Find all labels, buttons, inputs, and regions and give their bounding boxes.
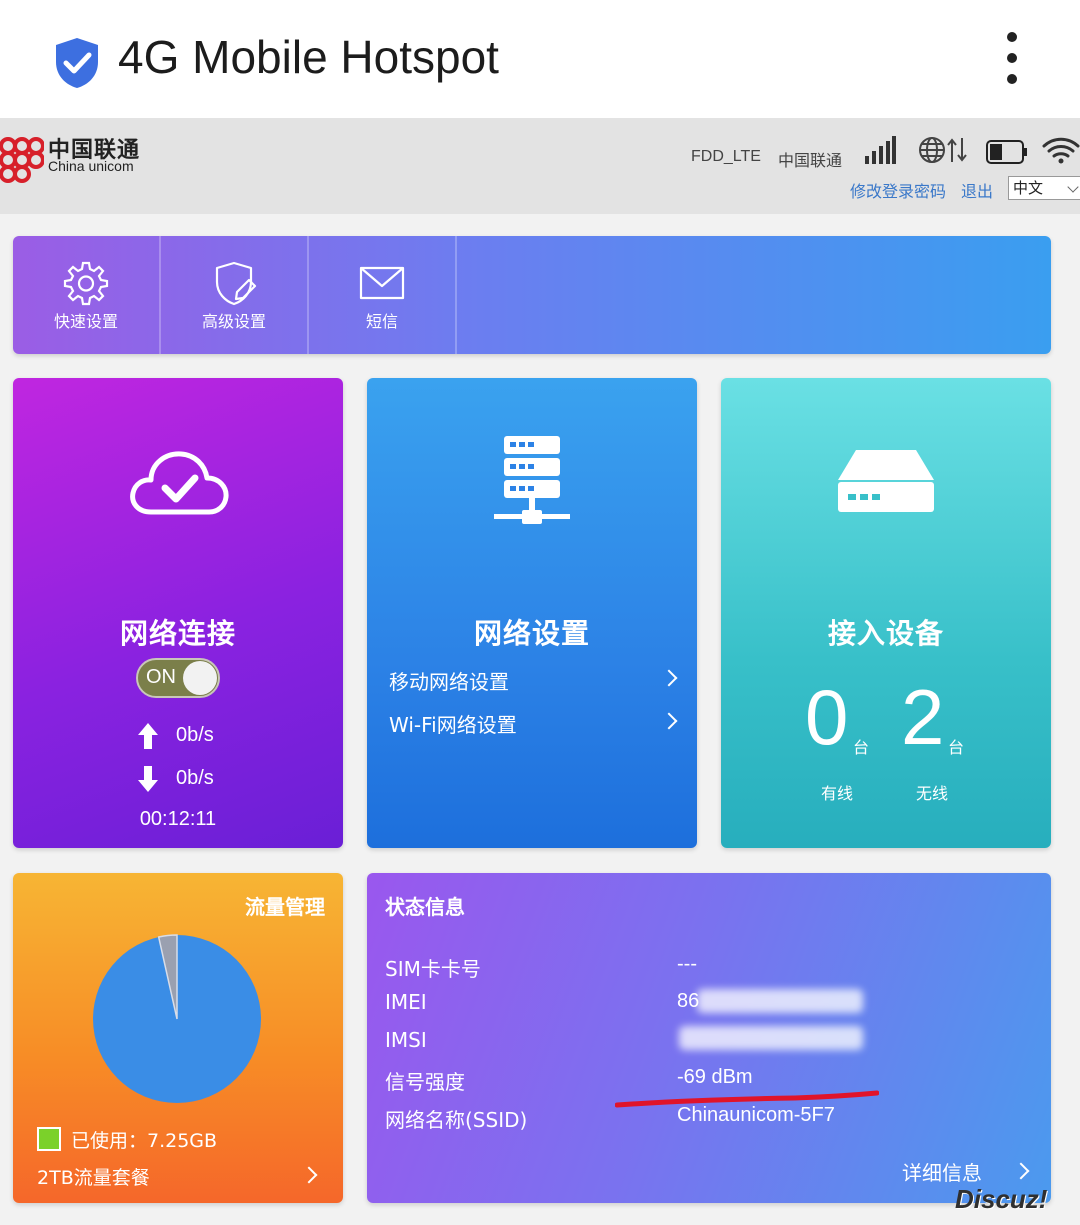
arrow-up-icon [138, 723, 158, 749]
wifi-network-settings-link[interactable]: Wi-Fi网络设置 [389, 709, 679, 739]
wired-label: 有线 [821, 784, 854, 803]
link-label: 移动网络设置 [389, 670, 509, 694]
wireless-unit: 台 [948, 738, 965, 757]
more-vert-icon[interactable] [992, 32, 1032, 92]
signal-strength-label: 信号强度 [385, 1070, 465, 1094]
menu-quick-setup[interactable]: 快速设置 [13, 236, 159, 354]
sim-number-label: SIM卡卡号 [385, 957, 481, 981]
chevron-right-icon [660, 712, 678, 730]
toggle-knob [183, 661, 217, 695]
wireless-count: 2 [901, 673, 945, 761]
router-device-icon [838, 450, 934, 512]
connection-duration: 00:12:11 [139, 808, 217, 830]
usage-pie-chart [93, 934, 261, 1103]
legend-used-swatch [37, 1127, 61, 1151]
used-amount: 已使用：7.25GB [71, 1130, 218, 1152]
menu-sms[interactable]: 短信 [309, 236, 455, 354]
battery-icon [986, 140, 1027, 164]
imei-label: IMEI [385, 990, 427, 1014]
card-title: 接入设备 [827, 617, 944, 650]
wired-unit: 台 [853, 738, 870, 757]
menu-label: 高级设置 [201, 312, 266, 331]
ssid-value: Chinaunicom-5F7 [677, 1104, 835, 1126]
arrow-down-icon [138, 766, 158, 792]
network-connection-card: 网络连接 ON 0b/s 0b/s 00:12:11 [13, 378, 343, 848]
globe-data-icon [919, 137, 967, 163]
logo-text-en: China unicom [48, 158, 134, 174]
operator-name: 中国联通 [778, 151, 843, 170]
status-info-card: 状态信息 SIM卡卡号 --- IMEI 86 IMSI 信号强度 -69 dB… [367, 873, 1051, 1203]
menu-advanced-setup[interactable]: 高级设置 [161, 236, 307, 354]
watermark: Discuz! [955, 1184, 1048, 1214]
imei-value: 86 [677, 990, 700, 1012]
card-title: 流量管理 [245, 895, 325, 919]
imsi-label: IMSI [385, 1028, 427, 1052]
upload-rate: 0b/s [176, 724, 214, 746]
plan-link[interactable]: 2TB流量套餐 [37, 1163, 150, 1190]
card-title: 网络连接 [119, 617, 236, 650]
details-link[interactable]: 详细信息 [902, 1157, 982, 1186]
router-header: 中国联通 China unicom FDD_LTE 中国联通 修改登录密码 退出… [0, 118, 1080, 214]
shield-check-icon [56, 38, 98, 88]
envelope-icon [359, 266, 405, 300]
network-type: FDD_LTE [691, 148, 761, 165]
language-value: 中文 [1013, 179, 1044, 197]
link-label: Wi-Fi网络设置 [389, 713, 517, 737]
unicom-knot-icon [0, 137, 44, 183]
download-rate: 0b/s [176, 767, 214, 789]
change-password-link[interactable]: 修改登录密码 [850, 178, 946, 202]
chevron-down-icon [1067, 181, 1079, 193]
menu-label: 短信 [365, 312, 398, 331]
card-title: 网络设置 [473, 617, 590, 650]
toggle-label: ON [146, 666, 176, 688]
wired-count: 0 [805, 673, 849, 761]
shield-edit-icon [215, 261, 257, 306]
chevron-right-icon [660, 669, 678, 687]
chevron-right-icon[interactable] [300, 1166, 318, 1184]
wifi-icon [1042, 137, 1080, 164]
server-icon [494, 436, 570, 524]
redaction-blur [697, 989, 863, 1013]
sim-number-value: --- [677, 953, 697, 975]
signal-bars-icon [865, 136, 896, 164]
menu-label: 快速设置 [53, 312, 118, 331]
top-menu-bar: 快速设置 高级设置 短信 [13, 236, 1051, 354]
gear-icon [63, 261, 109, 306]
menu-divider [455, 236, 457, 354]
language-select[interactable]: 中文 [1008, 176, 1080, 200]
connection-toggle[interactable]: ON [136, 658, 220, 698]
logout-link[interactable]: 退出 [961, 178, 993, 202]
card-title: 状态信息 [385, 895, 465, 919]
app-bar: 4G Mobile Hotspot [0, 0, 1080, 118]
app-title: 4G Mobile Hotspot [118, 31, 499, 83]
cloud-check-icon [130, 451, 229, 515]
mobile-network-settings-link[interactable]: 移动网络设置 [389, 666, 679, 696]
connected-devices-card[interactable]: 接入设备 0 台 2 台 有线 无线 [721, 378, 1051, 848]
ssid-label: 网络名称(SSID) [385, 1108, 528, 1132]
network-settings-card: 网络设置 移动网络设置 Wi-Fi网络设置 [367, 378, 697, 848]
chevron-right-icon[interactable] [1012, 1162, 1030, 1180]
data-usage-card: 流量管理 已使用：7.25GB 2TB流量套餐 [13, 873, 343, 1203]
redaction-blur [679, 1026, 863, 1050]
wireless-label: 无线 [916, 784, 949, 803]
